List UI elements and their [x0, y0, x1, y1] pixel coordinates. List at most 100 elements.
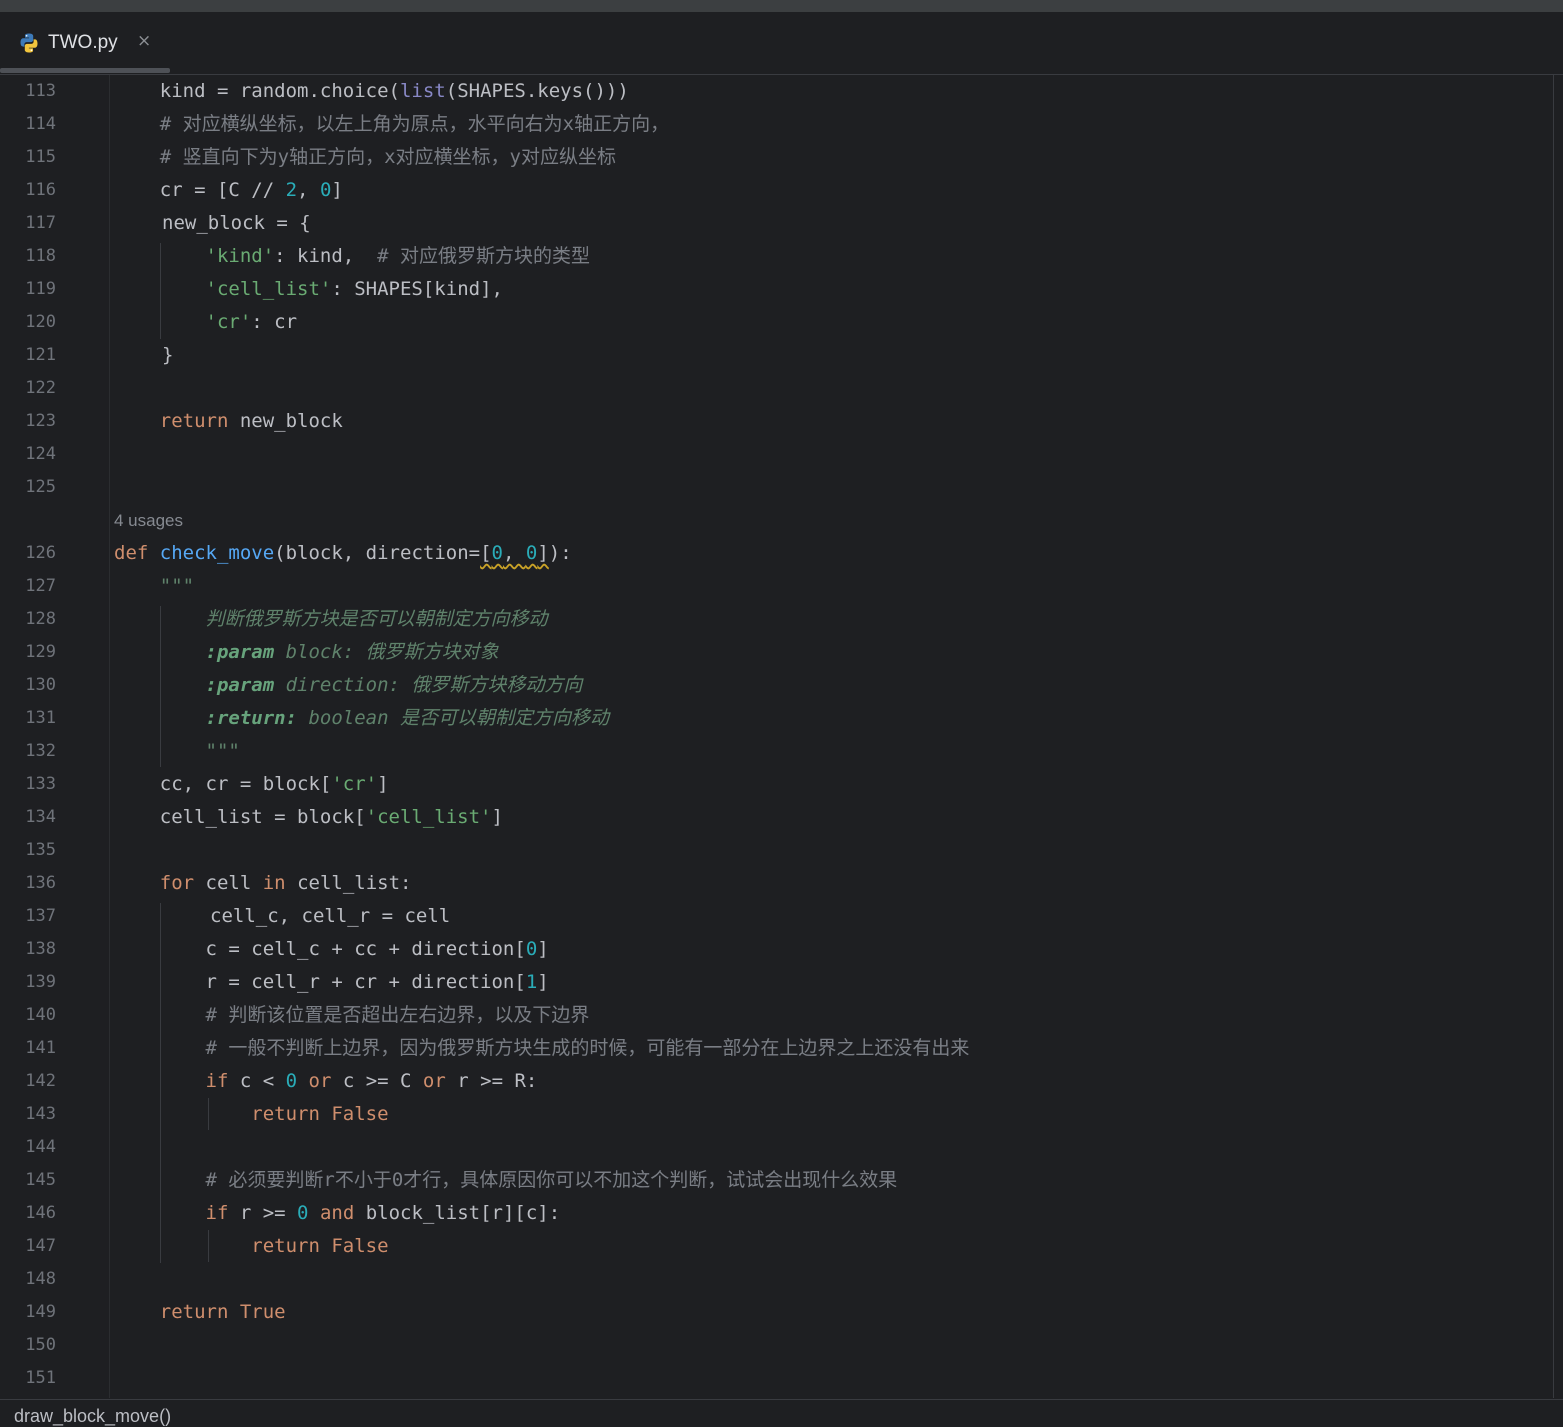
line-number: 129 — [25, 642, 56, 662]
code-line: 136 for cell in cell_list: — [0, 867, 1550, 900]
line-number: 146 — [25, 1203, 56, 1223]
code-text: :param block: 俄罗斯方块对象 — [205, 641, 499, 663]
code-line: 149 return True — [0, 1296, 1550, 1329]
line-number: 131 — [25, 708, 56, 728]
code-line: 134 cell_list = block['cell_list'] — [0, 801, 1550, 834]
code-line: 135 — [0, 834, 1550, 867]
breadcrumb[interactable]: draw_block_move() — [14, 1406, 171, 1427]
code-text: } — [162, 344, 174, 366]
code-text: :return: boolean 是否可以朝制定方向移动 — [205, 707, 609, 729]
close-icon[interactable]: × — [137, 31, 151, 51]
breadcrumb-bar: draw_block_move() — [0, 1399, 1563, 1426]
code-text: """ — [205, 740, 240, 762]
code-line: 122 — [0, 372, 1550, 405]
code-text: c = cell_c + cc + direction[0] — [114, 938, 549, 960]
code-line: 140 # 判断该位置是否超出左右边界，以及下边界 — [0, 999, 1550, 1032]
code-line: 126 def check_move(block, direction=[0, … — [0, 537, 1550, 570]
code-line: 147 return False — [0, 1230, 1550, 1263]
code-line: 125 — [0, 471, 1550, 504]
code-text: cell_c, cell_r = cell — [210, 905, 451, 927]
code-text: return False — [251, 1103, 389, 1125]
code-line: 114 # 对应横纵坐标，以左上角为原点，水平向右为x轴正方向， — [0, 108, 1550, 141]
code-line: 127 """ — [0, 570, 1550, 603]
code-line: 144 — [0, 1131, 1550, 1164]
code-line: 128 判断俄罗斯方块是否可以朝制定方向移动 — [0, 603, 1550, 636]
tab-two-py[interactable]: TWO.py × — [0, 12, 170, 74]
code-line: 151 — [0, 1362, 1550, 1395]
line-number: 136 — [25, 873, 56, 893]
code-text: for cell in cell_list: — [159, 872, 412, 894]
code-text: :param direction: 俄罗斯方块移动方向 — [205, 674, 583, 696]
code-text: cr = [C // 2, 0] — [114, 179, 343, 201]
line-number: 148 — [25, 1269, 56, 1289]
line-number: 132 — [25, 741, 56, 761]
code-text: if r >= 0 and block_list[r][c]: — [205, 1202, 561, 1224]
python-icon — [20, 33, 38, 53]
code-line: 123 return new_block — [0, 405, 1550, 438]
code-line: 118 'kind': kind, # 对应俄罗斯方块的类型 — [0, 240, 1550, 273]
code-text: # 对应横纵坐标，以左上角为原点，水平向右为x轴正方向， — [159, 113, 670, 135]
code-line: 148 — [0, 1263, 1550, 1296]
code-line: 133 cc, cr = block['cr'] — [0, 768, 1550, 801]
code-line: 115 # 竖直向下为y轴正方向，x对应横坐标，y对应纵坐标 — [0, 141, 1550, 174]
code-text: new_block = { — [162, 212, 311, 234]
code-line: 138 c = cell_c + cc + direction[0] — [0, 933, 1550, 966]
line-number: 139 — [25, 972, 56, 992]
line-number: 143 — [25, 1104, 56, 1124]
code-line: 124 — [0, 438, 1550, 471]
line-number: 140 — [25, 1005, 56, 1025]
code-text: kind = random.choice(list(SHAPES.keys())… — [114, 80, 629, 102]
usages-hint-row: 4 usages — [0, 504, 1550, 537]
code-line: 131 :return: boolean 是否可以朝制定方向移动 — [0, 702, 1550, 735]
code-line: 130 :param direction: 俄罗斯方块移动方向 — [0, 669, 1550, 702]
code-text: 判断俄罗斯方块是否可以朝制定方向移动 — [205, 608, 548, 630]
line-number: 113 — [25, 81, 56, 101]
code-text: # 一般不判断上边界，因为俄罗斯方块生成的时候，可能有一部分在上边界之上还没有出… — [205, 1037, 970, 1059]
code-text: return False — [251, 1235, 389, 1257]
line-number: 125 — [25, 477, 56, 497]
line-number: 122 — [25, 378, 56, 398]
line-number: 150 — [25, 1335, 56, 1355]
line-number: 137 — [25, 906, 56, 926]
line-number: 128 — [25, 609, 56, 629]
line-number: 116 — [25, 180, 56, 200]
code-text: cc, cr = block['cr'] — [114, 773, 389, 795]
line-number: 115 — [25, 147, 56, 167]
line-number: 120 — [25, 312, 56, 332]
code-line: 117 new_block = { — [0, 207, 1550, 240]
code-line: 132 """ — [0, 735, 1550, 768]
usages-hint[interactable]: 4 usages — [114, 504, 183, 537]
line-number: 127 — [25, 576, 56, 596]
line-number: 134 — [25, 807, 56, 827]
code-editor[interactable]: 113 kind = random.choice(list(SHAPES.key… — [0, 75, 1563, 1398]
line-number: 130 — [25, 675, 56, 695]
line-number: 142 — [25, 1071, 56, 1091]
line-number: 123 — [25, 411, 56, 431]
code-line: 150 — [0, 1329, 1550, 1362]
line-number: 145 — [25, 1170, 56, 1190]
code-text: def check_move(block, direction=[0, 0]): — [114, 542, 572, 564]
line-number: 147 — [25, 1236, 56, 1256]
line-number: 141 — [25, 1038, 56, 1058]
line-number: 133 — [25, 774, 56, 794]
line-number: 126 — [25, 543, 56, 563]
code-line: 120 'cr': cr — [0, 306, 1550, 339]
code-text: # 判断该位置是否超出左右边界，以及下边界 — [205, 1004, 590, 1026]
code-text: return new_block — [159, 410, 343, 432]
code-line: 141 # 一般不判断上边界，因为俄罗斯方块生成的时候，可能有一部分在上边界之上… — [0, 1032, 1550, 1065]
code-line: 146 if r >= 0 and block_list[r][c]: — [0, 1197, 1550, 1230]
code-text: r = cell_r + cr + direction[1] — [114, 971, 549, 993]
code-line: 113 kind = random.choice(list(SHAPES.key… — [0, 75, 1550, 108]
line-number: 118 — [25, 246, 56, 266]
line-number: 138 — [25, 939, 56, 959]
editor-right-border — [1553, 75, 1554, 1398]
code-line: 142 if c < 0 or c >= C or r >= R: — [0, 1065, 1550, 1098]
window-top-strip — [0, 0, 1563, 12]
code-text: 'kind': kind, # 对应俄罗斯方块的类型 — [205, 245, 590, 267]
line-number: 124 — [25, 444, 56, 464]
code-text: """ — [159, 575, 195, 597]
line-number: 119 — [25, 279, 56, 299]
code-text: if c < 0 or c >= C or r >= R: — [205, 1070, 538, 1092]
line-number: 114 — [25, 114, 56, 134]
code-text: 'cr': cr — [205, 311, 298, 333]
